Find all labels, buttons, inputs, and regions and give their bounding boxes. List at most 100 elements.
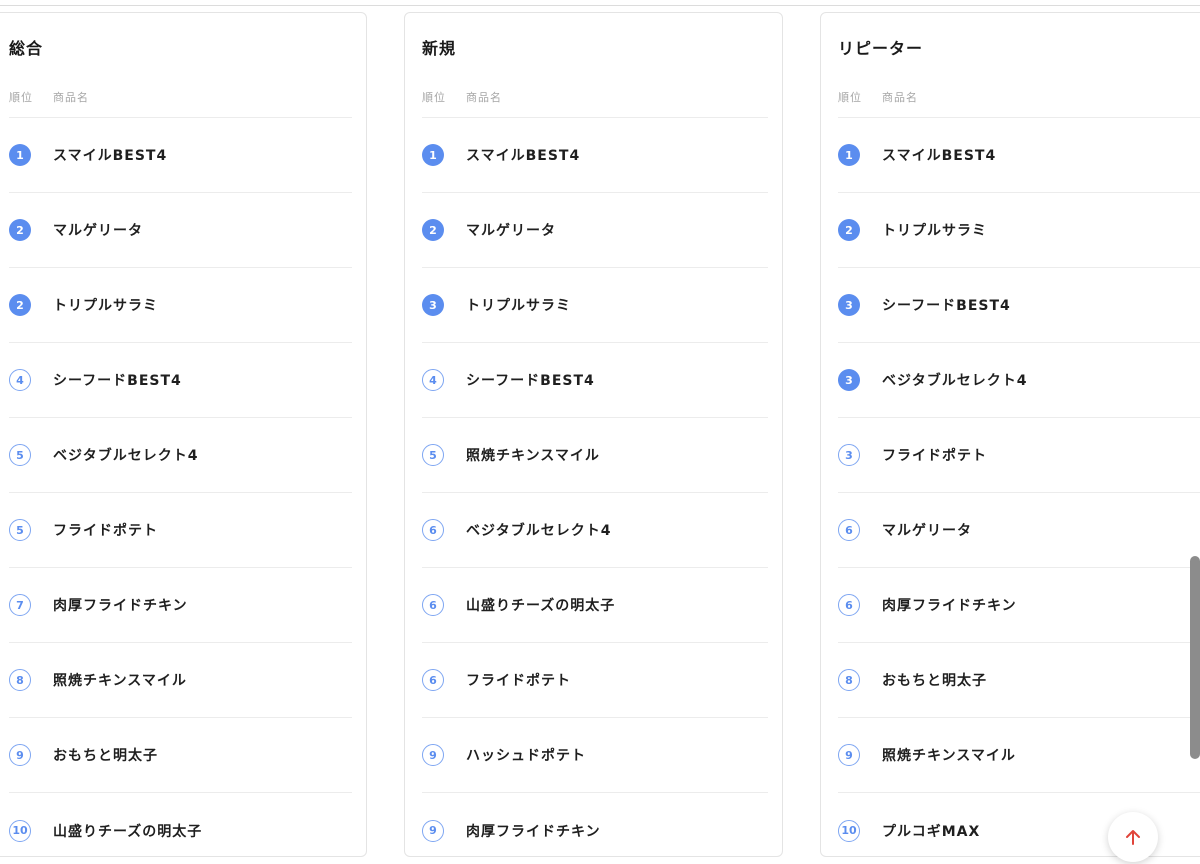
product-name: 照焼チキンスマイル <box>53 673 187 689</box>
rank-badge: 1 <box>422 144 444 166</box>
ranking-row[interactable]: 9 肉厚フライドチキン <box>422 793 768 856</box>
ranking-list: 1 スマイルBEST4 2 マルゲリータ 2 トリプルサラミ 4 シーフードBEST4 5 ベジタ… <box>9 117 352 856</box>
product-name: 照焼チキンスマイル <box>466 448 600 464</box>
ranking-row[interactable]: 7 肉厚フライドチキン <box>9 568 352 643</box>
ranking-row[interactable]: 5 フライドポテト <box>9 493 352 568</box>
ranking-panel-new: 新規 順位 商品名 1 スマイルBEST4 2 マルゲリータ 3 トリプルサラミ 4 シーフー… <box>404 12 783 857</box>
ranking-row[interactable]: 5 ベジタブルセレクト4 <box>9 418 352 493</box>
rank-badge: 6 <box>422 594 444 616</box>
rank-badge: 6 <box>838 519 860 541</box>
rank-badge: 5 <box>9 444 31 466</box>
ranking-row[interactable]: 5 照焼チキンスマイル <box>422 418 768 493</box>
rank-badge: 9 <box>9 744 31 766</box>
rank-badge: 4 <box>422 369 444 391</box>
rank-badge: 2 <box>838 219 860 241</box>
rank-badge: 7 <box>9 594 31 616</box>
column-header-name: 商品名 <box>882 91 918 104</box>
ranking-row[interactable]: 3 トリプルサラミ <box>422 268 768 343</box>
ranking-row[interactable]: 1 スマイルBEST4 <box>838 118 1200 193</box>
ranking-row[interactable]: 2 マルゲリータ <box>422 193 768 268</box>
rank-badge: 10 <box>838 819 860 842</box>
ranking-page: 総合 順位 商品名 1 スマイルBEST4 2 マルゲリータ 2 トリプルサラミ 4 シーフー… <box>0 0 1200 864</box>
ranking-row[interactable]: 3 シーフードBEST4 <box>838 268 1200 343</box>
ranking-row[interactable]: 3 ベジタブルセレクト4 <box>838 343 1200 418</box>
panel-title: 新規 <box>422 39 457 58</box>
product-name: ベジタブルセレクト4 <box>466 523 612 539</box>
ranking-row[interactable]: 6 ベジタブルセレクト4 <box>422 493 768 568</box>
column-header-rank: 順位 <box>422 91 446 104</box>
rank-badge: 2 <box>9 294 31 316</box>
column-header-name: 商品名 <box>53 91 89 104</box>
rank-badge: 2 <box>9 219 31 241</box>
product-name: シーフードBEST4 <box>882 298 1011 314</box>
column-header-rank: 順位 <box>9 91 33 104</box>
product-name: スマイルBEST4 <box>53 148 168 164</box>
rank-badge: 8 <box>9 669 31 691</box>
rank-badge: 5 <box>9 519 31 541</box>
product-name: フライドポテト <box>53 523 158 539</box>
ranking-row[interactable]: 4 シーフードBEST4 <box>9 343 352 418</box>
ranking-row[interactable]: 1 スマイルBEST4 <box>9 118 352 193</box>
rank-badge: 8 <box>838 669 860 691</box>
product-name: 肉厚フライドチキン <box>466 823 601 840</box>
page-scrollbar-thumb[interactable] <box>1190 556 1200 759</box>
ranking-row[interactable]: 2 トリプルサラミ <box>838 193 1200 268</box>
ranking-panel-repeater: リピーター 順位 商品名 1 スマイルBEST4 2 トリプルサラミ 3 シーフードBES… <box>820 12 1200 857</box>
panel-title: リピーター <box>838 39 924 58</box>
ranking-row[interactable]: 3 フライドポテト <box>838 418 1200 493</box>
product-name: スマイルBEST4 <box>466 148 581 164</box>
column-header-name: 商品名 <box>466 91 502 104</box>
ranking-list: 1 スマイルBEST4 2 トリプルサラミ 3 シーフードBEST4 3 ベジタブルセレクト4… <box>838 117 1200 856</box>
product-name: マルゲリータ <box>882 523 972 539</box>
ranking-row[interactable]: 6 山盛りチーズの明太子 <box>422 568 768 643</box>
ranking-row[interactable]: 2 マルゲリータ <box>9 193 352 268</box>
panel-title: 総合 <box>9 39 44 58</box>
ranking-list: 1 スマイルBEST4 2 マルゲリータ 3 トリプルサラミ 4 シーフードBEST4 5 照焼チ… <box>422 117 768 856</box>
ranking-row[interactable]: 10 山盛りチーズの明太子 <box>9 793 352 856</box>
rank-badge: 9 <box>422 744 444 766</box>
rank-badge: 3 <box>838 369 860 391</box>
product-name: 山盛りチーズの明太子 <box>466 598 616 614</box>
product-name: スマイルBEST4 <box>882 148 997 164</box>
rank-badge: 4 <box>9 369 31 391</box>
product-name: 山盛りチーズの明太子 <box>53 823 203 840</box>
ranking-row[interactable]: 9 照焼チキンスマイル <box>838 718 1200 793</box>
ranking-row[interactable]: 6 フライドポテト <box>422 643 768 718</box>
ranking-row[interactable]: 6 マルゲリータ <box>838 493 1200 568</box>
product-name: トリプルサラミ <box>53 298 158 314</box>
rank-badge: 1 <box>838 144 860 166</box>
rank-badge: 3 <box>838 444 860 466</box>
ranking-row[interactable]: 9 おもちと明太子 <box>9 718 352 793</box>
ranking-row[interactable]: 9 ハッシュドポテト <box>422 718 768 793</box>
rank-badge: 9 <box>422 819 444 842</box>
ranking-row[interactable]: 8 照焼チキンスマイル <box>9 643 352 718</box>
product-name: マルゲリータ <box>53 223 143 239</box>
product-name: フライドポテト <box>466 673 571 689</box>
product-name: フライドポテト <box>882 448 987 464</box>
product-name: トリプルサラミ <box>466 298 571 314</box>
ranking-row[interactable]: 1 スマイルBEST4 <box>422 118 768 193</box>
rank-badge: 3 <box>422 294 444 316</box>
product-name: ベジタブルセレクト4 <box>53 448 199 464</box>
rank-badge: 3 <box>838 294 860 316</box>
ranking-row[interactable]: 2 トリプルサラミ <box>9 268 352 343</box>
product-name: 照焼チキンスマイル <box>882 748 1016 764</box>
product-name: 肉厚フライドチキン <box>882 598 1017 614</box>
ranking-row[interactable]: 8 おもちと明太子 <box>838 643 1200 718</box>
rank-badge: 9 <box>838 744 860 766</box>
ranking-panel-overall: 総合 順位 商品名 1 スマイルBEST4 2 マルゲリータ 2 トリプルサラミ 4 シーフー… <box>0 12 367 857</box>
product-name: おもちと明太子 <box>53 748 158 764</box>
back-to-top-button[interactable] <box>1108 812 1158 862</box>
column-header-rank: 順位 <box>838 91 862 104</box>
product-name: シーフードBEST4 <box>53 373 182 389</box>
rank-badge: 5 <box>422 444 444 466</box>
rank-badge: 1 <box>9 144 31 166</box>
arrow-up-icon <box>1126 830 1140 845</box>
product-name: マルゲリータ <box>466 223 556 239</box>
product-name: プルコギMAX <box>882 823 981 840</box>
rank-badge: 6 <box>838 594 860 616</box>
product-name: トリプルサラミ <box>882 223 987 239</box>
ranking-row[interactable]: 6 肉厚フライドチキン <box>838 568 1200 643</box>
ranking-row[interactable]: 4 シーフードBEST4 <box>422 343 768 418</box>
product-name: 肉厚フライドチキン <box>53 598 188 614</box>
